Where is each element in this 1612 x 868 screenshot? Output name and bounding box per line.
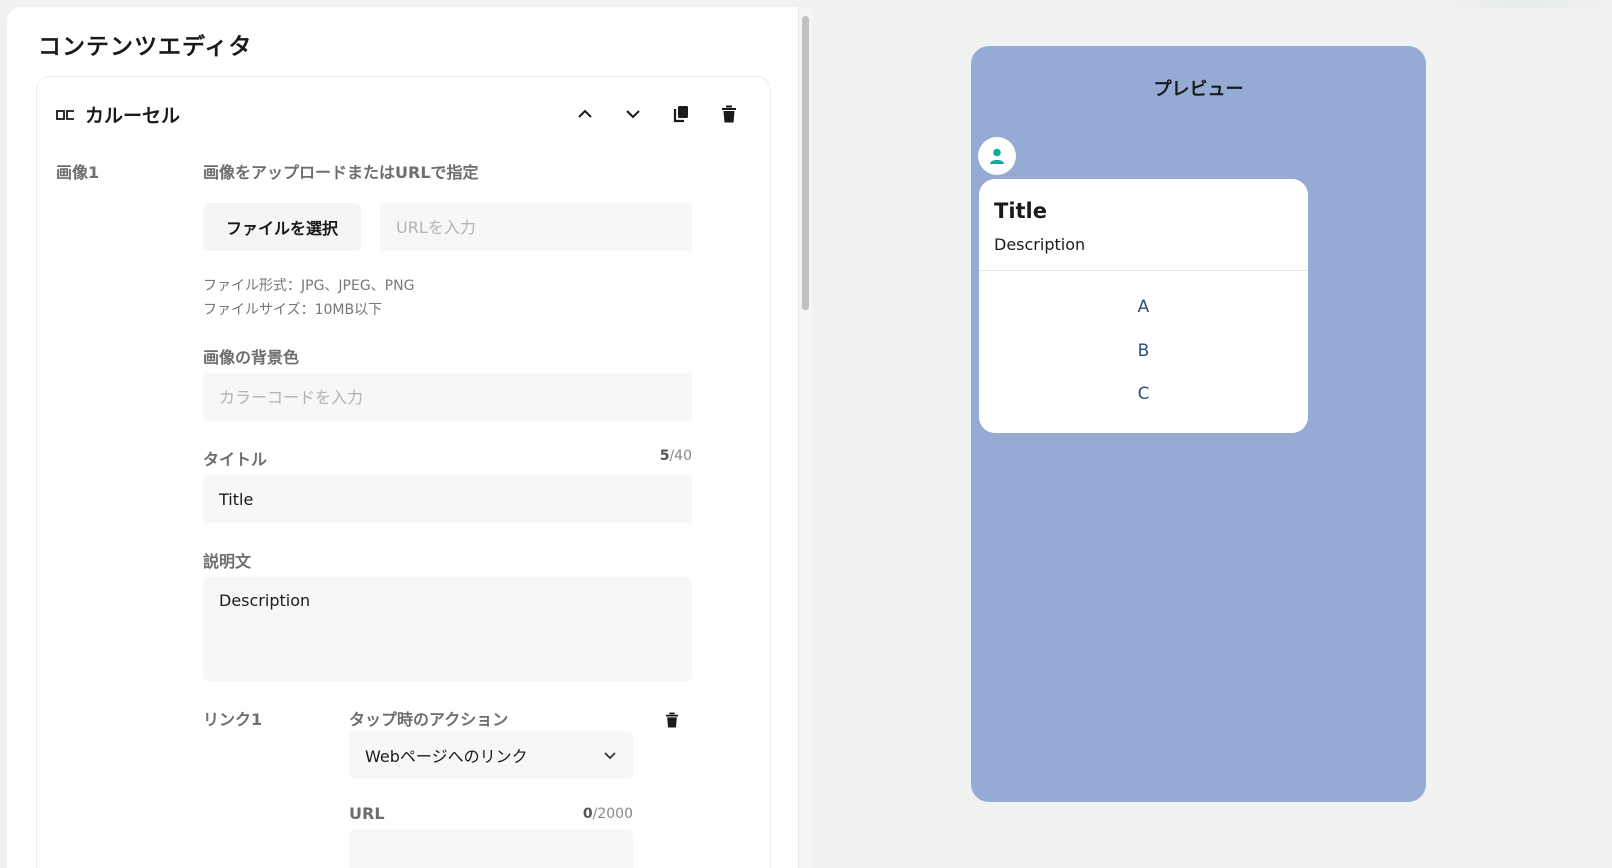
user-icon	[990, 148, 1004, 164]
block-title: カルーセル	[85, 105, 181, 127]
upload-label: 画像をアップロードまたはURLで指定	[203, 163, 479, 182]
image-label: 画像1	[56, 163, 100, 182]
url-input[interactable]	[349, 829, 633, 868]
preview-title: プレビュー	[1153, 79, 1244, 100]
file-size-hint: ファイルサイズ：10MB以下	[203, 302, 383, 318]
scrollbar-thumb[interactable]	[802, 16, 809, 310]
preview-action-c[interactable]: C	[979, 384, 1308, 404]
chevron-up-icon	[578, 109, 592, 118]
tap-action-value: Webページへのリンク	[365, 747, 528, 766]
top-right-glow	[1442, 0, 1612, 8]
block-header: カルーセル	[56, 101, 180, 128]
image-url-input[interactable]	[380, 203, 692, 251]
avatar	[978, 137, 1016, 175]
move-down-button[interactable]	[620, 101, 646, 127]
title-char-max: /40	[669, 448, 692, 464]
content-editor-panel: コンテンツエディタ カルーセル 画像1 画像をアップロードまたはURLで指定 フ…	[7, 7, 813, 868]
url-char-counter: 0/2000	[533, 806, 633, 822]
url-char-count: 0	[582, 806, 593, 822]
bg-color-label: 画像の背景色	[203, 348, 300, 367]
editor-title: コンテンツエディタ	[38, 34, 253, 60]
title-input[interactable]	[203, 475, 692, 523]
chevron-down-icon	[604, 752, 616, 760]
duplicate-button[interactable]	[668, 101, 694, 127]
chevron-down-icon	[626, 110, 640, 119]
carousel-preview-card: Title Description A B C	[979, 179, 1308, 433]
preview-panel: プレビュー Title Description A B C	[971, 46, 1426, 802]
carousel-icon	[56, 108, 76, 122]
link-label: リンク1	[203, 710, 263, 729]
description-textarea[interactable]: Description	[203, 577, 692, 681]
block-actions	[550, 101, 742, 127]
title-char-count: 5	[659, 448, 670, 464]
description-label: 説明文	[203, 552, 252, 571]
preview-card-divider	[979, 270, 1308, 271]
file-select-button[interactable]: ファイルを選択	[203, 203, 361, 251]
move-up-button[interactable]	[572, 101, 598, 127]
title-char-counter: 5/40	[592, 448, 692, 464]
file-format-hint: ファイル形式：JPG、JPEG、PNG	[203, 278, 415, 294]
tap-action-select[interactable]: Webページへのリンク	[349, 731, 633, 779]
tap-action-label: タップ時のアクション	[349, 710, 509, 729]
delete-link-button[interactable]	[659, 707, 685, 733]
title-label: タイトル	[203, 450, 268, 469]
preview-card-description: Description	[994, 235, 1086, 254]
copy-icon	[673, 106, 688, 123]
preview-action-a[interactable]: A	[979, 297, 1308, 317]
trash-icon	[722, 105, 736, 123]
preview-action-b[interactable]: B	[979, 341, 1308, 361]
url-label: URL	[349, 804, 385, 823]
carousel-block: カルーセル 画像1 画像をアップロードまたはURLで指定 ファイルを選択 URL…	[36, 76, 771, 868]
bg-color-input[interactable]	[203, 373, 692, 421]
editor-scrollbar[interactable]	[798, 7, 813, 868]
preview-card-title: Title	[994, 199, 1048, 223]
url-char-max: /2000	[592, 806, 633, 822]
delete-block-button[interactable]	[716, 101, 742, 127]
trash-icon	[665, 712, 679, 728]
